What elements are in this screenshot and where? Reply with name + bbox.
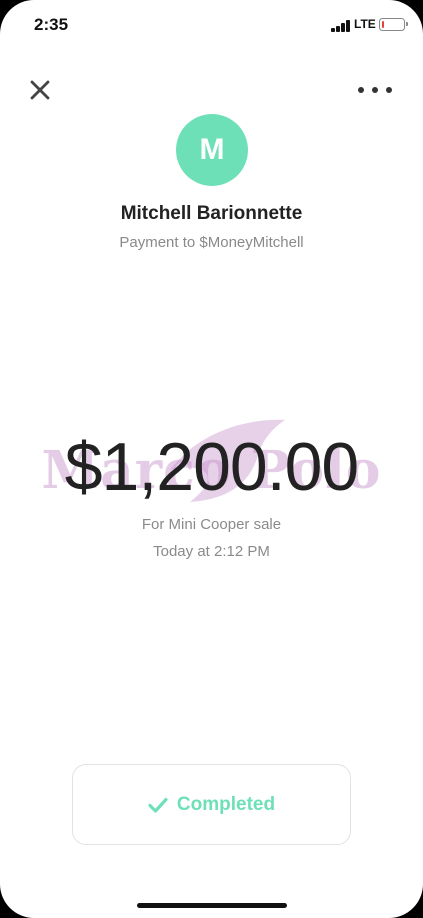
home-indicator[interactable] [137,903,287,908]
status-time: 2:35 [34,15,69,34]
network-label: LTE [354,17,376,31]
status-bar: 2:35 LTE [0,0,423,52]
avatar-initial: M [199,133,225,166]
completed-status-button[interactable]: Completed [72,764,351,845]
payment-note: For Mini Cooper sale [141,516,282,533]
avatar: M [176,114,248,186]
payment-detail-screen: 2:35 LTE M Mitchell Barionnette Payment … [0,0,423,918]
checkmark-icon [148,797,168,813]
payment-subtitle: Payment to $MoneyMitchell [119,234,304,251]
signal-icon [331,20,351,32]
battery-level [381,20,384,28]
more-horizontal-icon [358,87,364,93]
recipient-name: Mitchell Barionnette [120,203,303,224]
payment-amount: $1,200.00 [64,429,360,505]
status-label: Completed [176,793,276,815]
battery-icon [379,18,408,31]
payment-timestamp: Today at 2:12 PM [153,543,270,560]
more-options-button[interactable] [355,78,395,102]
close-icon [30,80,50,100]
close-button[interactable] [26,76,54,104]
